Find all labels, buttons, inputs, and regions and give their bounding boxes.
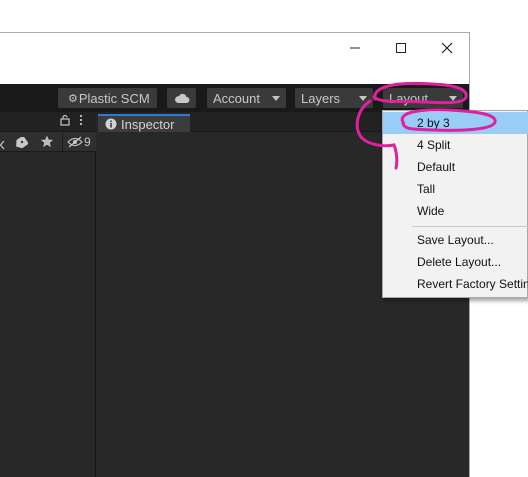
close-icon xyxy=(441,42,453,54)
menu-item-delete-layout[interactable]: Delete Layout... xyxy=(383,251,528,273)
chevron-down-icon xyxy=(359,95,367,101)
hidden-objects-toggle[interactable]: 9 xyxy=(62,133,96,151)
kebab-menu-icon xyxy=(79,114,83,126)
lock-icon xyxy=(60,114,70,126)
filter-button[interactable] xyxy=(0,137,5,155)
layers-label: Layers xyxy=(301,90,341,106)
layout-dropdown[interactable]: Layout xyxy=(383,88,463,108)
plastic-scm-label: Plastic SCM xyxy=(78,90,150,106)
info-icon xyxy=(105,118,117,130)
favorites-button[interactable] xyxy=(40,135,54,153)
tab-inspector[interactable]: Inspector xyxy=(98,114,190,132)
lock-button[interactable] xyxy=(60,113,70,131)
hierarchy-panel xyxy=(0,112,96,477)
menu-item-default[interactable]: Default xyxy=(383,156,528,178)
tag-icon xyxy=(16,135,29,149)
star-icon xyxy=(40,135,54,148)
minimize-button[interactable] xyxy=(332,36,378,60)
eye-hidden-icon xyxy=(67,136,83,148)
layout-label: Layout xyxy=(389,90,429,106)
plastic-scm-button[interactable]: ⚙ Plastic SCM xyxy=(58,88,157,108)
cloud-button[interactable] xyxy=(167,88,196,108)
caret-left-icon xyxy=(0,140,5,150)
menu-item-save-layout[interactable]: Save Layout... xyxy=(383,229,528,251)
layers-dropdown[interactable]: Layers xyxy=(295,88,373,108)
menu-item-2-by-3[interactable]: 2 by 3 xyxy=(383,112,528,134)
hidden-count: 9 xyxy=(84,135,91,149)
label-filter-button[interactable] xyxy=(14,135,29,154)
chevron-down-icon xyxy=(272,95,280,101)
menu-item-revert-factory-settings[interactable]: Revert Factory Settings xyxy=(383,273,528,295)
account-dropdown[interactable]: Account xyxy=(207,88,286,108)
panel-menu-button[interactable] xyxy=(78,113,84,131)
close-button[interactable] xyxy=(424,36,470,60)
menu-item-4-split[interactable]: 4 Split xyxy=(383,134,528,156)
menu-item-wide[interactable]: Wide xyxy=(383,200,528,222)
maximize-icon xyxy=(396,43,406,53)
menu-separator xyxy=(412,226,528,227)
maximize-button[interactable] xyxy=(378,36,424,60)
menu-item-tall[interactable]: Tall xyxy=(383,178,528,200)
tab-inspector-label: Inspector xyxy=(121,116,175,132)
chevron-down-icon xyxy=(449,95,457,101)
plastic-scm-icon: ⚙ xyxy=(68,92,78,105)
minimize-icon xyxy=(350,47,360,49)
cloud-icon xyxy=(174,93,189,103)
account-label: Account xyxy=(213,90,260,106)
